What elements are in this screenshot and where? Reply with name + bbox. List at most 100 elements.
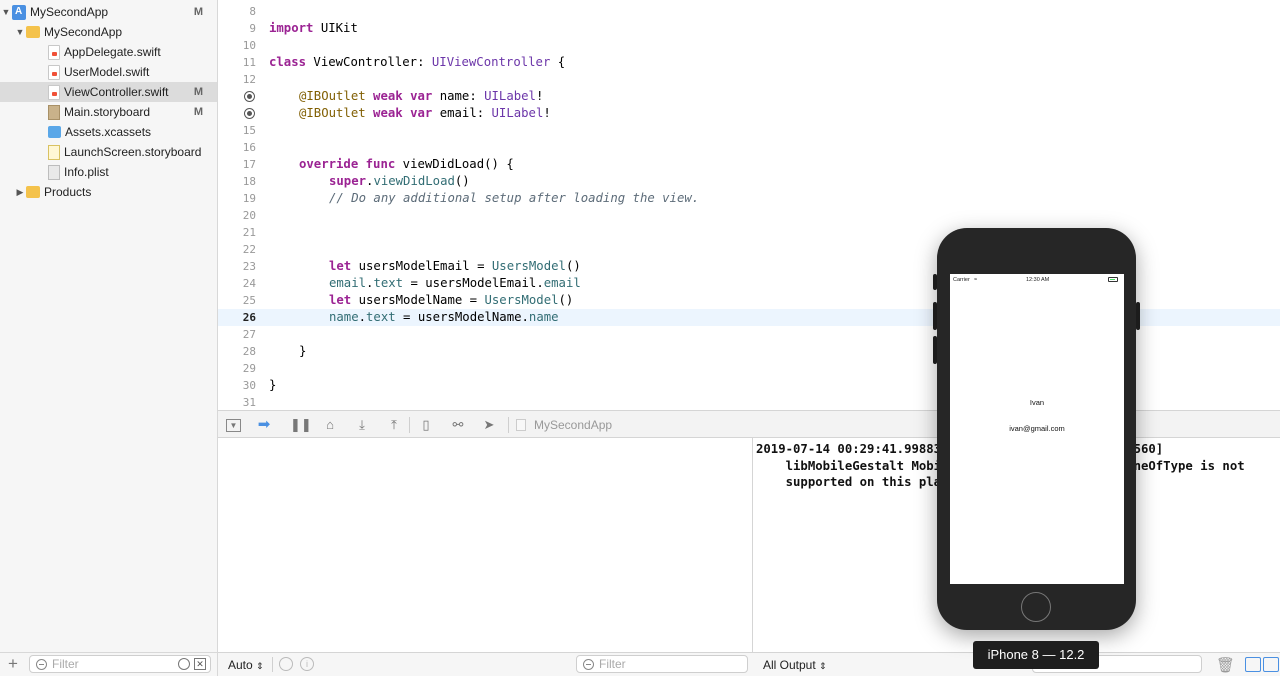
recent-files-icon[interactable] [178,658,190,670]
navigator-filter-input[interactable]: Filter ✕ [29,655,211,673]
power-button[interactable] [1136,302,1140,330]
quick-look-icon[interactable] [279,657,293,671]
code-line[interactable]: 9 import UIKit [218,20,1280,37]
code-text: class ViewController: UIViewController { [269,55,566,69]
tree-item-appdelegate[interactable]: AppDelegate.swift [0,42,217,62]
line-number: 11 [242,56,256,69]
line-number: 10 [242,39,256,52]
line-number: 28 [242,345,256,358]
line-number: 27 [242,328,256,341]
line-number: 20 [242,209,256,222]
console-scope-label: All Output [763,658,816,672]
filter-placeholder: Filter [52,657,79,671]
code-line[interactable]: @IBOutlet weak var name: UILabel! [218,88,1280,105]
name-label: Ivan [1029,398,1045,407]
outlet-connection-icon[interactable] [244,91,255,102]
code-line[interactable]: 10 [218,37,1280,54]
code-text: super.viewDidLoad() [329,174,470,188]
debug-target-name[interactable]: MySecondApp [534,418,612,432]
chevron-updown-icon: ⇕ [256,661,264,671]
tree-item-usermodel[interactable]: UserModel.swift [0,62,217,82]
line-number: 12 [242,73,256,86]
line-number: 31 [242,396,256,409]
navigator-filter-bar: + Filter ✕ [0,652,217,676]
disclosure-closed-icon[interactable]: ▶ [14,187,26,198]
line-number: 15 [242,124,256,137]
pause-icon[interactable]: ❚❚ [290,417,312,433]
breakpoints-toggle-icon[interactable]: ➡ [256,417,272,433]
tree-item-label: Info.plist [64,165,109,179]
tree-item-group[interactable]: ▼ MySecondApp [0,22,217,42]
code-line[interactable]: 16 [218,139,1280,156]
tree-item-label: Products [44,185,92,199]
step-over-icon[interactable]: ⌂ [322,417,338,433]
tree-item-label: MySecondApp [30,5,109,19]
disclosure-open-icon[interactable]: ▼ [0,7,12,17]
line-number: 23 [242,260,256,273]
project-navigator: ▼ MySecondApp M ▼ MySecondApp AppDelegat… [0,0,218,676]
variables-view[interactable] [218,438,753,652]
view-hierarchy-icon[interactable]: ▯ [418,417,434,433]
variables-scope-label: Auto [228,658,253,672]
outlet-connection-icon[interactable] [244,108,255,119]
tree-item-label: Main.storyboard [64,105,151,119]
line-number: 22 [242,243,256,256]
launchscreen-file-icon [48,144,60,160]
tree-item-launchscreen[interactable]: LaunchScreen.storyboard [0,142,217,162]
tree-item-infoplist[interactable]: Info.plist [0,162,217,182]
code-line[interactable]: @IBOutlet weak var email: UILabel! [218,105,1280,122]
hide-debug-area-icon[interactable]: ▼ [226,419,241,432]
tree-item-label: Assets.xcassets [65,125,152,139]
code-comment: // Do any additional setup after loading… [329,191,700,205]
step-into-icon[interactable]: ⤓ [354,417,370,433]
code-text: @IBOutlet weak var name: UILabel! [299,89,544,103]
code-line[interactable]: 15 [218,122,1280,139]
show-console-icon[interactable] [1263,657,1279,672]
step-out-icon[interactable]: ⤒ [386,417,402,433]
console-scope-popup[interactable]: All Output ⇕ [763,658,827,672]
memory-graph-icon[interactable]: ⚯ [450,417,466,433]
tree-item-label: MySecondApp [44,25,123,39]
code-text: } [269,378,277,392]
show-variables-icon[interactable] [1245,657,1261,672]
code-line[interactable]: 18 super.viewDidLoad() [218,173,1280,190]
iphone-simulator-window[interactable]: Carrier ≈ 12:30 AM Ivan ivan@gmail.com [933,228,1140,630]
code-text: let usersModelEmail = UsersModel() [329,259,581,273]
plist-file-icon [48,164,60,180]
mute-switch[interactable] [933,274,937,290]
toolbar-divider [409,417,410,433]
tree-item-project[interactable]: ▼ MySecondApp M [0,2,217,22]
code-line[interactable]: 17 override func viewDidLoad() { [218,156,1280,173]
volume-up-button[interactable] [933,302,937,330]
variables-filter-input[interactable]: Filter [576,655,748,673]
line-number: 8 [249,5,256,18]
code-line[interactable]: 20 [218,207,1280,224]
tree-item-viewcontroller[interactable]: ViewController.swift M [0,82,217,102]
code-line[interactable]: 8 [218,3,1280,20]
trash-icon[interactable]: 🗑 [1216,656,1235,674]
home-button[interactable] [1021,592,1051,622]
filter-placeholder: Filter [599,657,626,671]
info-icon[interactable]: i [300,657,314,671]
line-number: 21 [242,226,256,239]
tree-item-products[interactable]: ▶ Products [0,182,217,202]
line-number: 25 [242,294,256,307]
line-number: 18 [242,175,256,188]
disclosure-open-icon[interactable]: ▼ [14,27,26,37]
add-file-icon[interactable]: + [8,654,18,674]
scm-filter-icon[interactable]: ✕ [194,658,206,670]
tree-item-assets[interactable]: Assets.xcassets [0,122,217,142]
simulator-screen[interactable]: Carrier ≈ 12:30 AM Ivan ivan@gmail.com [950,274,1124,584]
swift-file-icon [48,64,60,80]
code-line[interactable]: 11 class ViewController: UIViewController… [218,54,1280,71]
volume-down-button[interactable] [933,336,937,364]
code-line[interactable]: 19 // Do any additional setup after loadi… [218,190,1280,207]
tree-item-label: ViewController.swift [64,85,169,99]
code-line[interactable]: 12 [218,71,1280,88]
location-icon[interactable]: ➤ [481,417,497,433]
line-number: 17 [242,158,256,171]
status-badge: M [193,106,203,118]
variables-scope-popup[interactable]: Auto ⇕ [228,658,264,672]
code-text: } [299,344,307,358]
tree-item-main-storyboard[interactable]: Main.storyboard M [0,102,217,122]
